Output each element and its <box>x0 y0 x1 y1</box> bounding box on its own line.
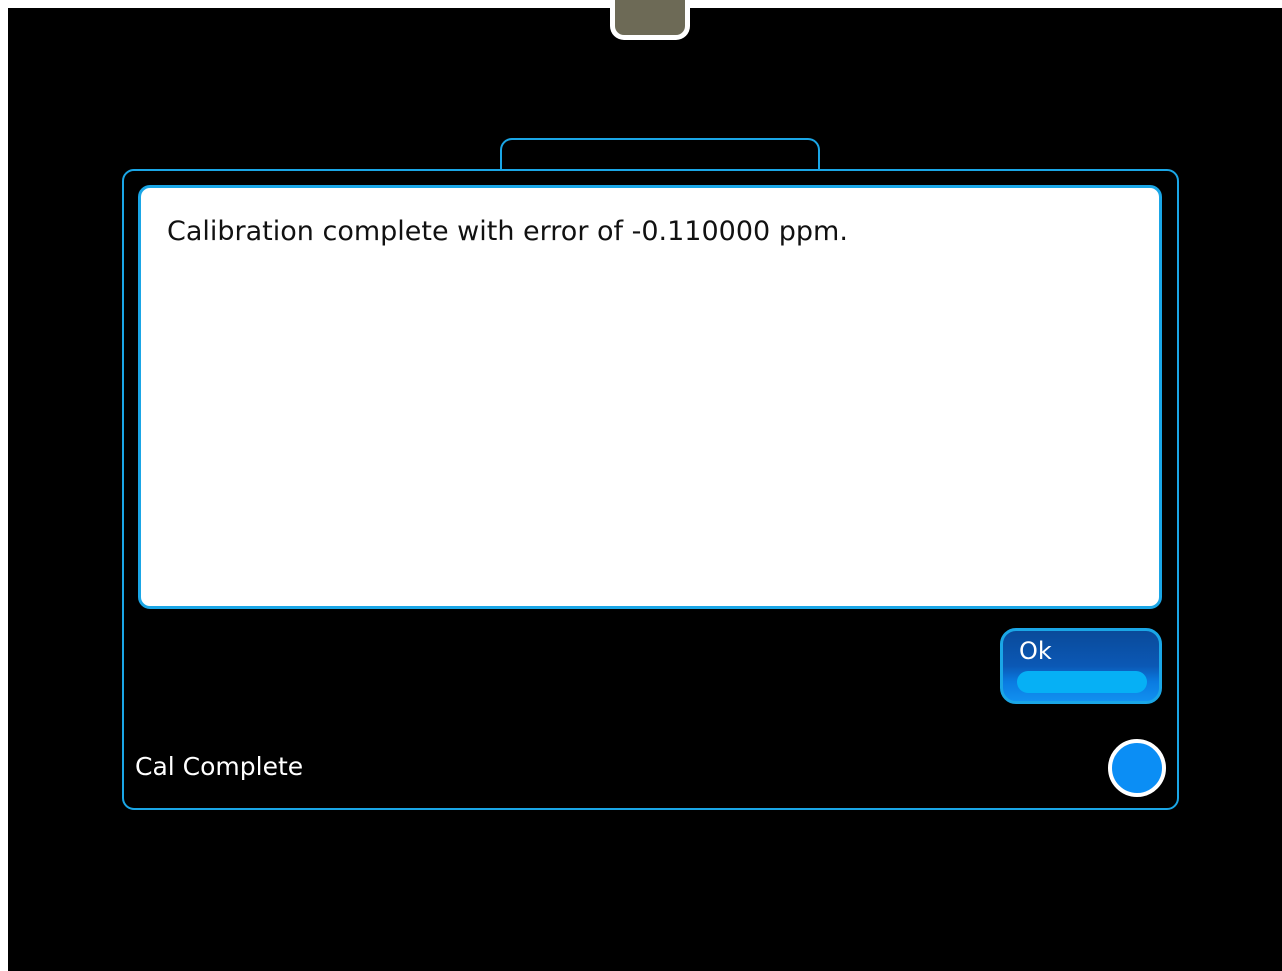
status-text: Cal Complete <box>135 752 304 781</box>
calibration-message: Calibration complete with error of -0.11… <box>167 216 848 247</box>
status-dot-icon <box>1108 739 1166 797</box>
drawer-handle-icon[interactable] <box>610 0 690 40</box>
message-panel <box>138 185 1162 609</box>
ok-button-label: Ok <box>1019 637 1052 665</box>
ok-button[interactable]: Ok <box>1000 628 1162 704</box>
ok-button-highlight <box>1017 671 1147 693</box>
